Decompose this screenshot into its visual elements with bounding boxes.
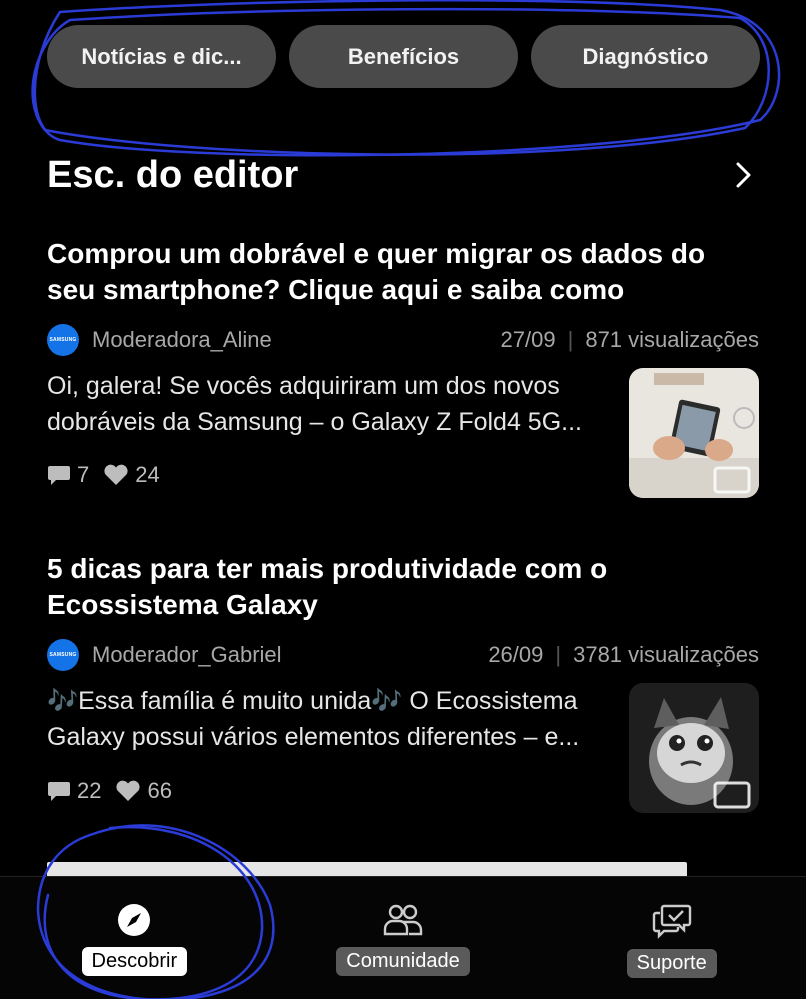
post-date: 27/09 [500, 327, 556, 352]
post-date: 26/09 [488, 642, 544, 667]
post-card[interactable]: Comprou um dobrável e quer migrar os dad… [47, 236, 759, 498]
post-author[interactable]: Moderadora_Aline [92, 327, 501, 353]
post-title-line: Comprou um dobrável e quer migrar os dad… [47, 238, 706, 269]
people-icon [383, 904, 423, 936]
avatar: SAMSUNG [47, 324, 79, 356]
chip-benefits[interactable]: Benefícios [289, 25, 518, 88]
bottom-navigation: Descobrir Comunidade Suporte [0, 876, 806, 999]
post-thumbnail[interactable] [629, 683, 759, 813]
post-card[interactable]: 5 dicas para ter mais produtividade com … [47, 551, 759, 813]
post-meta: SAMSUNG Moderadora_Aline 27/09 | 871 vis… [47, 324, 759, 356]
next-post-peek [47, 862, 747, 876]
compass-icon [118, 904, 151, 936]
post-title-line: Ecossistema Galaxy [47, 589, 318, 620]
post-thumbnail[interactable] [629, 368, 759, 498]
chat-check-icon [652, 904, 691, 939]
comment-icon [48, 782, 70, 801]
excerpt-line: Oi, galera! Se vocês adquiriram um dos n… [47, 372, 560, 400]
meta-divider: | [555, 642, 562, 667]
heart-icon[interactable] [103, 464, 129, 486]
tab-support[interactable]: Suporte [537, 877, 806, 999]
category-chips: Notícias e dic... Benefícios Diagnóstico [47, 25, 760, 88]
heart-icon[interactable] [115, 780, 141, 802]
meta-divider: | [567, 327, 574, 352]
comment-count: 7 [77, 462, 90, 487]
like-count: 24 [135, 462, 160, 487]
excerpt-line: Galaxy possui vários elementos diferente… [47, 723, 580, 751]
post-views: 3781 visualizações [573, 642, 759, 667]
post-title[interactable]: Comprou um dobrável e quer migrar os dad… [47, 236, 759, 308]
tab-discover[interactable]: Descobrir [0, 877, 269, 999]
post-stats: 7 24 [47, 462, 160, 488]
post-stats: 22 66 [47, 778, 172, 804]
post-meta: SAMSUNG Moderador_Gabriel 26/09 | 3781 v… [47, 639, 759, 671]
tab-label: Descobrir [81, 947, 188, 976]
avatar-logo-text: SAMSUNG [49, 652, 77, 658]
post-title-line: seu smartphone? Clique aqui e saiba como [47, 274, 625, 305]
chevron-right-icon[interactable] [729, 160, 759, 190]
post-title-line: 5 dicas para ter mais produtividade com … [47, 553, 608, 584]
section-title: Esc. do editor [47, 153, 299, 196]
section-header: Esc. do editor [47, 150, 759, 200]
post-views: 871 visualizações [585, 327, 759, 352]
chip-diagnostics[interactable]: Diagnóstico [531, 25, 760, 88]
tab-label: Comunidade [336, 947, 470, 976]
excerpt-line: 🎶Essa família é muito unida🎶 O Ecossiste… [47, 687, 578, 715]
tab-label: Suporte [626, 949, 717, 978]
tab-community[interactable]: Comunidade [269, 877, 538, 999]
like-count: 66 [147, 778, 172, 803]
comment-icon [48, 466, 70, 485]
post-title[interactable]: 5 dicas para ter mais produtividade com … [47, 551, 759, 623]
chip-news-tips[interactable]: Notícias e dic... [47, 25, 276, 88]
comment-count: 22 [77, 778, 102, 803]
excerpt-line: dobráveis da Samsung – o Galaxy Z Fold4 … [47, 408, 582, 436]
avatar: SAMSUNG [47, 639, 79, 671]
post-author[interactable]: Moderador_Gabriel [92, 642, 488, 668]
avatar-logo-text: SAMSUNG [49, 337, 77, 343]
